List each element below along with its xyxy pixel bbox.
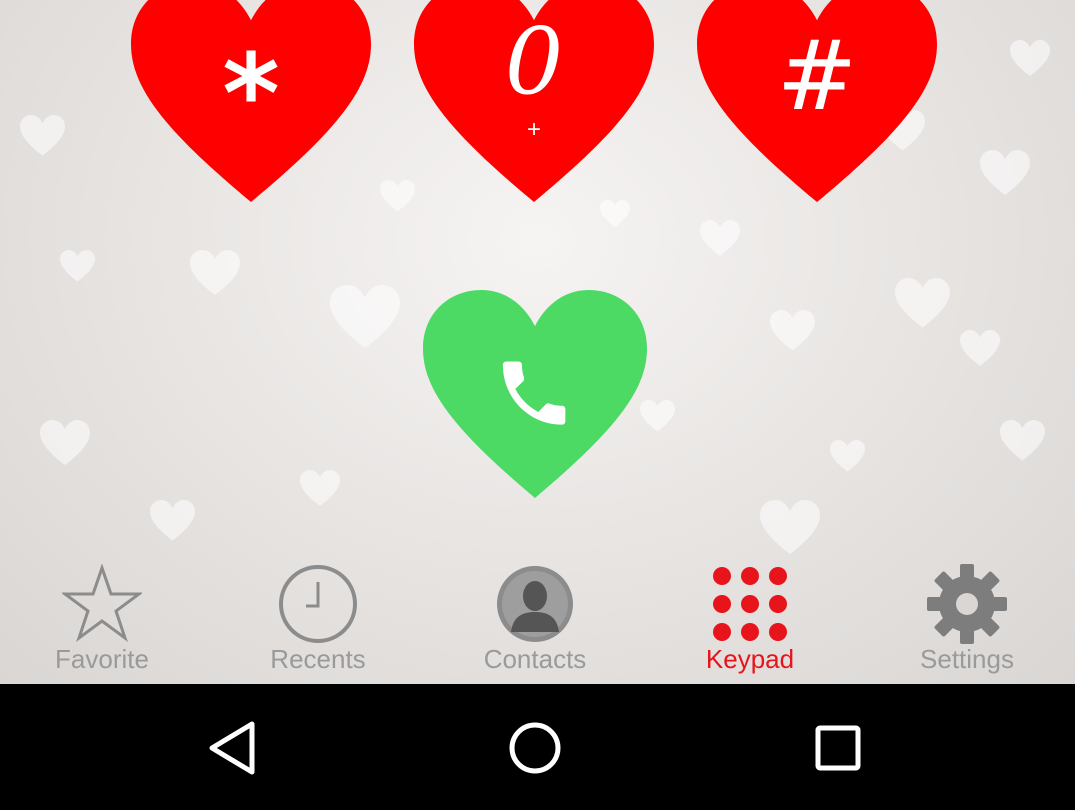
- clock-icon: [279, 565, 357, 643]
- tab-label: Settings: [920, 644, 1014, 674]
- tab-label: Contacts: [483, 644, 587, 674]
- contact-person-icon: [497, 566, 573, 642]
- keypad-key-hash[interactable]: #: [697, 0, 937, 202]
- system-navigation-bar: [0, 684, 1075, 810]
- home-icon[interactable]: [503, 716, 567, 780]
- key-glyph: *: [222, 30, 280, 158]
- tab-label: Keypad: [705, 644, 795, 674]
- tab-label: Recents: [270, 644, 366, 674]
- keypad-key-star[interactable]: *: [131, 0, 371, 202]
- back-icon[interactable]: [202, 716, 266, 780]
- call-button[interactable]: [423, 290, 647, 498]
- recent-apps-icon[interactable]: [806, 716, 870, 780]
- tab-recents[interactable]: Recents: [243, 556, 393, 684]
- tab-contacts[interactable]: Contacts: [460, 556, 610, 684]
- dialer-screen: * 0 + # Favorite Recents Contacts Keypad…: [0, 0, 1075, 684]
- tab-label: Favorite: [55, 644, 149, 674]
- keypad-key-0[interactable]: 0 +: [414, 0, 654, 202]
- gear-icon: [927, 564, 1007, 644]
- bottom-tab-bar: Favorite Recents Contacts Keypad Setting…: [0, 556, 1075, 684]
- tab-settings[interactable]: Settings: [892, 556, 1042, 684]
- tab-keypad[interactable]: Keypad: [675, 556, 825, 684]
- key-glyph: #: [776, 20, 858, 132]
- tab-favorite[interactable]: Favorite: [27, 556, 177, 684]
- heart-icon: [423, 290, 647, 498]
- key-subtext: +: [526, 116, 541, 143]
- keypad-dots-icon: [713, 567, 787, 641]
- key-glyph: 0: [504, 8, 564, 115]
- star-icon: [62, 564, 142, 643]
